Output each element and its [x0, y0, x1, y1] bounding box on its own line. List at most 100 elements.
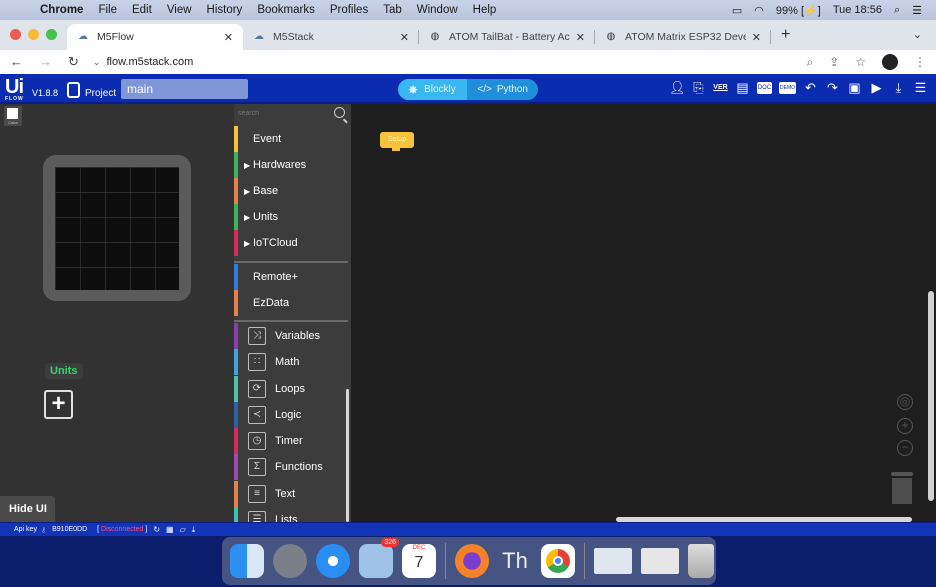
forward-arrow-icon[interactable]: →: [39, 54, 52, 70]
category-math[interactable]: ∷ Math: [234, 349, 351, 375]
blockly-workspace[interactable]: Setup ◎ + −: [351, 104, 936, 522]
category-functions[interactable]: Σ Functions: [234, 454, 351, 480]
share-icon[interactable]: ⇪: [829, 55, 839, 69]
project-label[interactable]: Project: [85, 88, 116, 99]
add-unit-button[interactable]: +: [44, 390, 73, 419]
zoom-icon[interactable]: ⌕: [806, 55, 813, 70]
new-tab-button[interactable]: +: [781, 26, 790, 44]
user-icon[interactable]: 👤︎: [669, 80, 686, 96]
tab-m5flow[interactable]: ☁ M5Flow ✕: [67, 24, 243, 50]
category-units[interactable]: ▶ Units: [234, 204, 351, 230]
project-file-icon[interactable]: [67, 82, 80, 98]
th-app-icon[interactable]: Th: [498, 544, 532, 578]
expand-arrow-icon[interactable]: ▶: [244, 161, 253, 170]
workspace-vertical-scrollbar[interactable]: [928, 291, 934, 501]
category-base[interactable]: ▶ Base: [234, 178, 351, 204]
toolbox-scrollbar[interactable]: [346, 389, 349, 522]
new-file-icon[interactable]: ⎘: [691, 80, 706, 96]
tab-search-chevron-icon[interactable]: ⌄: [913, 28, 922, 41]
device-screen-matrix[interactable]: [55, 167, 179, 290]
hide-ui-button[interactable]: Hide UI: [0, 496, 55, 522]
category-lists[interactable]: ☰ Lists: [234, 507, 351, 522]
run-icon[interactable]: ▶: [869, 80, 884, 96]
menu-icon[interactable]: ☰: [913, 80, 928, 96]
setup-block[interactable]: Setup: [380, 132, 414, 151]
wifi-icon[interactable]: ◠: [754, 4, 764, 17]
menu-bookmarks[interactable]: Bookmarks: [257, 4, 315, 16]
toolbox-search-input[interactable]: [238, 110, 328, 117]
category-text[interactable]: ≡ Text: [234, 481, 351, 507]
demo-icon[interactable]: DEMO: [779, 82, 796, 94]
project-name-input[interactable]: [121, 79, 248, 99]
category-iotcloud[interactable]: ▶ IoTCloud: [234, 230, 351, 256]
bookmark-star-icon[interactable]: ☆: [855, 55, 866, 69]
close-tab-icon[interactable]: ✕: [400, 31, 409, 44]
category-timer[interactable]: ◷ Timer: [234, 428, 351, 454]
back-arrow-icon[interactable]: ←: [10, 54, 23, 70]
menu-profiles[interactable]: Profiles: [330, 4, 368, 16]
firefox-icon[interactable]: [455, 544, 489, 578]
tab-atom-matrix[interactable]: ◍ ATOM Matrix ESP32 Development Kit ✕: [595, 24, 771, 50]
minimize-window-button[interactable]: [28, 29, 39, 40]
mail-icon[interactable]: 326: [359, 538, 399, 578]
color-picker-button[interactable]: Color: [4, 106, 22, 126]
expand-arrow-icon[interactable]: ▶: [244, 187, 253, 196]
menu-window[interactable]: Window: [417, 4, 458, 16]
close-tab-icon[interactable]: ✕: [224, 31, 233, 44]
battery-status[interactable]: 99% [⚡]: [776, 4, 821, 17]
blockly-mode-button[interactable]: ✸ Blockly: [398, 79, 468, 100]
close-tab-icon[interactable]: ✕: [752, 31, 761, 44]
doc-icon[interactable]: DOC: [757, 82, 772, 94]
menu-app-name[interactable]: Chrome: [40, 4, 83, 16]
refresh-icon[interactable]: ↻: [153, 525, 160, 534]
expand-arrow-icon[interactable]: ▶: [244, 213, 253, 222]
tab-m5stack[interactable]: ☁ M5Stack ✕: [243, 24, 419, 50]
close-window-button[interactable]: [10, 29, 21, 40]
search-icon[interactable]: [334, 107, 345, 118]
category-loops[interactable]: ⟳ Loops: [234, 376, 351, 402]
python-mode-button[interactable]: </> Python: [467, 79, 538, 100]
reload-icon[interactable]: ↻: [68, 54, 79, 70]
close-tab-icon[interactable]: ✕: [576, 31, 585, 44]
browser-menu-icon[interactable]: ⋮: [914, 55, 926, 69]
tab-atom-tailbat[interactable]: ◍ ATOM TailBat - Battery Accessory ✕: [419, 24, 595, 50]
device-icon[interactable]: ▣: [847, 80, 862, 96]
category-hardwares[interactable]: ▶ Hardwares: [234, 152, 351, 178]
category-ezdata[interactable]: EzData: [234, 290, 351, 316]
finder-icon[interactable]: [230, 544, 264, 578]
airplay-icon[interactable]: ▭: [732, 4, 742, 17]
redo-icon[interactable]: ↷: [825, 80, 840, 96]
category-logic[interactable]: ≺ Logic: [234, 402, 351, 428]
save-icon[interactable]: ▦: [166, 525, 174, 534]
profile-avatar[interactable]: [882, 54, 898, 70]
minimized-window-2[interactable]: [641, 548, 679, 574]
maximize-window-button[interactable]: [46, 29, 57, 40]
version-icon[interactable]: VER: [713, 80, 728, 96]
safari-icon[interactable]: [316, 544, 350, 578]
spotlight-icon[interactable]: ⌕: [894, 4, 900, 17]
chrome-icon[interactable]: [541, 544, 575, 578]
download-icon[interactable]: ⤓: [192, 525, 196, 535]
zoom-reset-icon[interactable]: ◎: [897, 394, 913, 410]
menu-tab[interactable]: Tab: [383, 4, 402, 16]
control-center-icon[interactable]: ☰: [912, 4, 922, 17]
zoom-in-icon[interactable]: +: [897, 418, 913, 434]
comment-icon[interactable]: ▤: [735, 80, 750, 96]
zoom-out-icon[interactable]: −: [897, 440, 913, 456]
menu-view[interactable]: View: [167, 4, 192, 16]
menu-help[interactable]: Help: [473, 4, 497, 16]
download-icon[interactable]: ⤓: [891, 80, 906, 96]
trash-bin-icon[interactable]: [688, 544, 714, 578]
menu-history[interactable]: History: [207, 4, 243, 16]
category-event[interactable]: Event: [234, 126, 351, 152]
open-folder-icon[interactable]: ▱: [180, 525, 186, 534]
category-variables[interactable]: ⤨ Variables: [234, 323, 351, 349]
category-remote-plus[interactable]: Remote+: [234, 264, 351, 290]
expand-arrow-icon[interactable]: ▶: [244, 239, 253, 248]
menu-file[interactable]: File: [98, 4, 117, 16]
menu-edit[interactable]: Edit: [132, 4, 152, 16]
site-info-chevron-icon[interactable]: ⌄: [93, 57, 101, 67]
url-field[interactable]: ⌄ flow.m5stack.com: [93, 56, 199, 68]
launchpad-icon[interactable]: [273, 544, 307, 578]
clock[interactable]: Tue 18:56: [833, 4, 882, 16]
